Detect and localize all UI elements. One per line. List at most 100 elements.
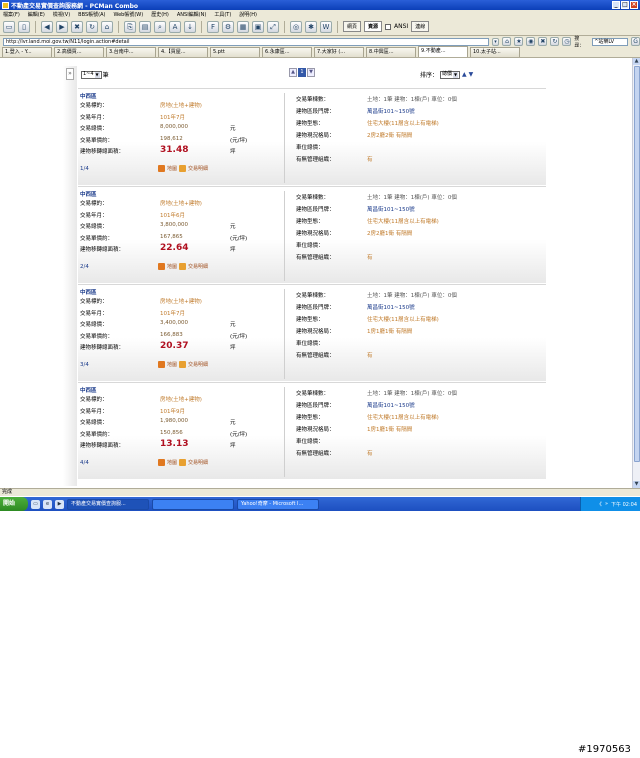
search-input[interactable]: ^站樂LV [592, 37, 629, 46]
map-icon[interactable] [158, 459, 165, 466]
favorite-icon[interactable]: F [207, 20, 219, 33]
globe-icon[interactable]: ◉ [526, 37, 536, 46]
menu-history[interactable]: 歷史(H) [151, 11, 169, 18]
menu-file[interactable]: 檔案(F) [3, 11, 20, 18]
total-price-label: 交易總價： [80, 224, 108, 230]
window-icon[interactable]: ▣ [252, 20, 264, 33]
settings-icon[interactable]: ⚙ [222, 20, 234, 33]
search-icon[interactable]: ◎ [290, 20, 302, 33]
tab-4[interactable]: 4.【買屋... [158, 47, 208, 57]
tab-1[interactable]: 1.登入 - Y... [2, 47, 52, 57]
detail-icon[interactable] [179, 165, 187, 172]
map-icon[interactable] [158, 263, 165, 270]
sort-ascending-icon[interactable]: ▲ [462, 71, 467, 78]
area-label: 建物移轉總面積： [80, 149, 125, 155]
taskbar-item-lvr[interactable]: 不動產交易實價查詢服... [67, 498, 149, 510]
tab-5[interactable]: 5.ptt [210, 47, 260, 57]
taskbar-item-window[interactable] [152, 498, 234, 510]
new-connection-icon[interactable]: ▭ [3, 20, 15, 33]
tab-7[interactable]: 7.大家好 (... [314, 47, 364, 57]
clock[interactable]: 下午 02:04 [611, 501, 637, 508]
sort-descending-icon[interactable]: ▼ [469, 71, 474, 78]
sort-select[interactable]: 總價 ▼ [440, 70, 461, 79]
per-page-select[interactable]: 1~4 ▼ [81, 70, 102, 79]
detail-link[interactable]: 交易明細 [188, 459, 208, 466]
new-page-icon[interactable]: ▯ [18, 20, 30, 33]
fullscreen-icon[interactable]: ⤢ [267, 20, 279, 33]
page-1-button[interactable]: 1 [298, 68, 306, 77]
stop-icon[interactable]: ✖ [71, 20, 83, 33]
map-icon[interactable] [158, 165, 165, 172]
detail-icon[interactable] [179, 459, 187, 466]
detail-link[interactable]: 交易明細 [188, 361, 208, 368]
map-link[interactable]: 地圖 [167, 165, 177, 172]
go-icon[interactable]: ▾ [491, 37, 500, 46]
forward-icon[interactable]: ▶ [56, 20, 68, 33]
start-button[interactable]: 開始 [0, 497, 28, 511]
menu-ansi-editor[interactable]: ANSI編輯(N) [177, 11, 206, 18]
ansi-icon[interactable]: ▦ [237, 20, 249, 33]
resource-mode-button[interactable]: 資源 [364, 21, 383, 32]
connect-button[interactable]: 連線 [411, 21, 430, 32]
search-engine-icon[interactable]: G [631, 37, 640, 46]
prev-page-button[interactable]: ▲ [289, 68, 297, 77]
refresh-icon[interactable]: ↻ [86, 20, 98, 33]
home-icon[interactable]: ⌂ [502, 37, 512, 46]
web-mode-button[interactable]: 網頁 [343, 21, 362, 32]
taskbar-item-yahoo[interactable]: Yahoo!奇摩 - Microsoft I... [237, 498, 319, 510]
land-label: 土地： [367, 293, 384, 299]
count-label: 交易筆棟數： [296, 391, 330, 397]
dictionary-icon[interactable]: ✱ [305, 20, 317, 33]
url-input[interactable]: http://lvr.land.moi.gov.tw/N11/login.act… [3, 37, 489, 46]
collapse-panel-button[interactable]: » [66, 68, 74, 80]
next-page-button[interactable]: ▼ [307, 68, 315, 77]
browser-icon[interactable]: e [43, 499, 52, 509]
tray-expand-icon[interactable]: » [605, 501, 608, 507]
detail-link[interactable]: 交易明細 [188, 263, 208, 270]
tab-3[interactable]: 3.台南中... [106, 47, 156, 57]
refresh-icon[interactable]: ↻ [550, 37, 560, 46]
scroll-down-icon[interactable]: ▼ [633, 481, 640, 488]
detail-icon[interactable] [179, 263, 187, 270]
menu-tools[interactable]: 工具(T) [214, 11, 231, 18]
detail-icon[interactable] [179, 361, 187, 368]
copy-icon[interactable]: ⎘ [124, 20, 136, 33]
menu-web-account[interactable]: Web帳號(W) [113, 11, 143, 18]
back-icon[interactable]: ◀ [41, 20, 53, 33]
scroll-up-icon[interactable]: ▲ [633, 58, 640, 65]
download-icon[interactable]: ↓ [184, 20, 196, 33]
tab-10[interactable]: 10.太子站... [470, 47, 520, 57]
tab-8[interactable]: 8.中興區... [366, 47, 416, 57]
area-unit: 坪 [230, 345, 236, 351]
tab-6[interactable]: 6.永康區... [262, 47, 312, 57]
map-link[interactable]: 地圖 [167, 361, 177, 368]
ansi-checkbox[interactable] [385, 23, 392, 30]
tray-collapse-icon[interactable]: 《 [597, 501, 602, 508]
tab-9[interactable]: 9.不動產... [418, 46, 468, 57]
detail-link[interactable]: 交易明細 [188, 165, 208, 172]
home-icon[interactable]: ⌂ [101, 20, 113, 33]
bookmark-icon[interactable]: ★ [514, 37, 524, 46]
menu-bbs-account[interactable]: BBS帳號(A) [78, 11, 105, 18]
font-icon[interactable]: A [169, 20, 181, 33]
close-button[interactable]: × [630, 1, 638, 9]
find-icon[interactable]: ⌕ [154, 20, 166, 33]
tab-2[interactable]: 2.高價買... [54, 47, 104, 57]
minimize-button[interactable]: _ [612, 1, 620, 9]
menu-edit[interactable]: 編輯(E) [28, 11, 45, 18]
map-icon[interactable] [158, 361, 165, 368]
vertical-scrollbar[interactable]: ▲ ▼ [632, 58, 640, 488]
show-desktop-icon[interactable]: ▭ [31, 499, 40, 509]
wikipedia-icon[interactable]: W [320, 20, 332, 33]
media-player-icon[interactable]: ▶ [55, 499, 64, 509]
maximize-button[interactable]: □ [621, 1, 629, 9]
history-icon[interactable]: ◷ [562, 37, 572, 46]
menu-view[interactable]: 檢視(V) [53, 11, 70, 18]
map-link[interactable]: 地圖 [167, 263, 177, 270]
menu-help[interactable]: 說明(H) [239, 11, 257, 18]
paste-icon[interactable]: ▤ [139, 20, 151, 33]
stop-icon[interactable]: ✖ [538, 37, 548, 46]
sort-value: 總價 [442, 71, 453, 77]
scrollbar-thumb[interactable] [634, 66, 640, 462]
map-link[interactable]: 地圖 [167, 459, 177, 466]
